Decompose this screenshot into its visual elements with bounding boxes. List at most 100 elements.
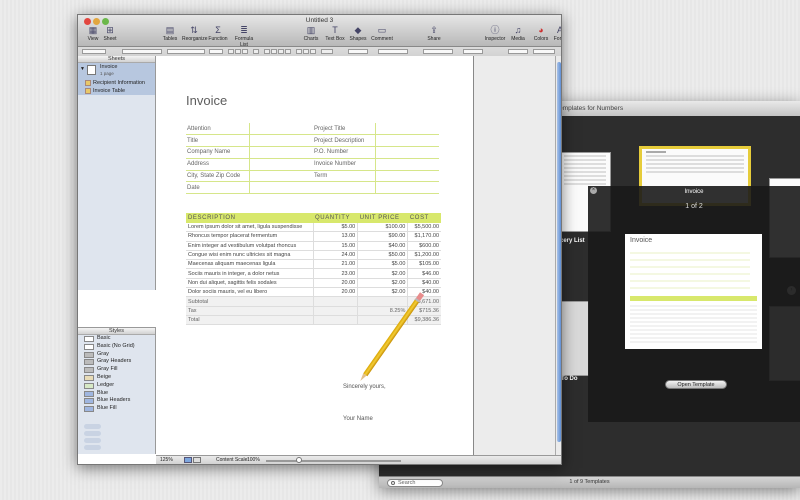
- style-select[interactable]: [82, 49, 106, 54]
- table-cell[interactable]: Term: [313, 170, 376, 183]
- table-cell[interactable]: Total: [186, 315, 313, 326]
- text-box-button[interactable]: T Text Box: [323, 25, 347, 42]
- table-row[interactable]: Tax 8.25% $715.36: [186, 306, 441, 316]
- align-left-button[interactable]: [264, 49, 270, 54]
- style-item-gray[interactable]: Gray: [78, 351, 155, 359]
- fill-color-well[interactable]: [348, 49, 368, 54]
- table-cell[interactable]: $1,170.00: [407, 231, 441, 242]
- table-cell[interactable]: [249, 146, 313, 159]
- table-cell[interactable]: 8.25%: [357, 306, 408, 316]
- sheet-item-invoice-table[interactable]: Invoice Table: [78, 87, 155, 95]
- table-cell[interactable]: Congue wisi enim nunc ultricies sit magn…: [186, 250, 313, 261]
- page-view-button[interactable]: [184, 457, 192, 463]
- table-cell[interactable]: 23.00: [312, 268, 358, 279]
- table-row[interactable]: Rhoncus tempor placerat fermentum 13.00 $9…: [186, 231, 441, 242]
- style-item-blue-fill[interactable]: Blue Fill: [78, 405, 155, 413]
- close-preview-icon[interactable]: ×: [590, 187, 597, 194]
- style-pill-3[interactable]: [84, 438, 101, 443]
- zoom-select[interactable]: 125%: [160, 456, 173, 464]
- table-cell[interactable]: [312, 306, 358, 316]
- table-cell[interactable]: 21.00: [312, 259, 358, 270]
- table-cell[interactable]: $46.00: [407, 268, 441, 279]
- print-view-button[interactable]: [193, 457, 201, 463]
- table-cell[interactable]: $40.00: [357, 241, 408, 251]
- table-cell[interactable]: $100.00: [357, 222, 408, 233]
- formula-list-button[interactable]: ≣ Formula List: [232, 25, 256, 48]
- content-scale-knob[interactable]: [296, 457, 302, 463]
- table-row[interactable]: Attention Project Title: [186, 123, 439, 136]
- style-item-basic-no-grid[interactable]: Basic (No Grid): [78, 343, 155, 351]
- table-cell[interactable]: [375, 123, 439, 136]
- sheet-button[interactable]: ⊞ Sheet: [98, 25, 122, 42]
- tables-button[interactable]: ▤ Tables: [158, 25, 182, 42]
- style-item-basic[interactable]: Basic: [78, 335, 155, 343]
- charts-button[interactable]: ▥ Charts: [299, 25, 323, 42]
- table-row[interactable]: Address Invoice Number: [186, 158, 439, 171]
- table-cell[interactable]: Sociis mauris in integer, a dolor netus: [186, 268, 313, 279]
- table-cell[interactable]: [249, 123, 313, 136]
- table-row[interactable]: Non dui aliquet, sagittis felis sodales 2…: [186, 278, 441, 289]
- fill-select[interactable]: [533, 49, 555, 54]
- table-cell[interactable]: Attention: [186, 123, 250, 136]
- style-pill-4[interactable]: [84, 445, 101, 450]
- style-item-blue-headers[interactable]: Blue Headers: [78, 397, 155, 405]
- stroke-color-well[interactable]: [508, 49, 528, 54]
- share-button[interactable]: ⇪ Share: [422, 25, 446, 42]
- valign-middle-button[interactable]: [303, 49, 309, 54]
- inspector-button[interactable]: ⓘ Inspector: [483, 25, 507, 42]
- table-cell[interactable]: $2.00: [357, 278, 408, 289]
- table-cell[interactable]: Project Title: [313, 123, 376, 136]
- table-cell[interactable]: Address: [186, 158, 250, 171]
- table-cell[interactable]: $5,500.00: [407, 222, 441, 233]
- style-pill-1[interactable]: [84, 424, 101, 429]
- bold-button[interactable]: [228, 49, 234, 54]
- table-cell[interactable]: $1,200.00: [407, 250, 441, 261]
- media-button[interactable]: ♫ Media: [506, 25, 530, 42]
- style-item-gray-headers[interactable]: Gray Headers: [78, 358, 155, 366]
- table-row[interactable]: City, State Zip Code Term: [186, 170, 439, 183]
- stroke-select[interactable]: [423, 49, 453, 54]
- fonts-button[interactable]: AFonts: [548, 25, 561, 42]
- table-cell[interactable]: [312, 296, 358, 307]
- vertical-scrollbar[interactable]: [555, 56, 561, 455]
- table-row[interactable]: Dolor sociis mauris, vel eu libero 20.00 $…: [186, 287, 441, 298]
- recipient-information-table[interactable]: Attention Project Title Title Project Descr…: [186, 123, 439, 195]
- table-cell[interactable]: Enim integer ad vestibulum volutpat rhon…: [186, 241, 313, 251]
- scroll-thumb[interactable]: [557, 62, 561, 442]
- font-typeface-select[interactable]: [167, 49, 205, 54]
- table-cell[interactable]: 24.00: [312, 250, 358, 261]
- table-cell[interactable]: [375, 158, 439, 171]
- text-color-button[interactable]: [253, 49, 259, 54]
- table-cell[interactable]: [249, 170, 313, 183]
- table-cell[interactable]: $105.00: [407, 259, 441, 270]
- table-cell[interactable]: $40.00: [407, 278, 441, 289]
- column-header[interactable]: UNIT PRICE: [357, 213, 408, 223]
- table-row[interactable]: Congue wisi enim nunc ultricies sit magn…: [186, 250, 441, 261]
- table-row[interactable]: Subtotal $8,671.00: [186, 296, 441, 307]
- font-size-field[interactable]: [209, 49, 223, 54]
- sheet-item-recipient-information[interactable]: Recipient Information: [78, 79, 155, 87]
- disclosure-triangle-icon[interactable]: ▼: [80, 66, 85, 72]
- table-cell[interactable]: $600.00: [407, 241, 441, 251]
- table-cell[interactable]: Rhoncus tempor placerat fermentum: [186, 231, 313, 242]
- open-template-button[interactable]: Open Template: [665, 380, 727, 389]
- table-cell[interactable]: Non dui aliquet, sagittis felis sodales: [186, 278, 313, 289]
- table-cell[interactable]: [313, 181, 376, 195]
- sheet-item-invoice[interactable]: ▼ Invoice 1 page: [78, 63, 155, 79]
- table-cell[interactable]: Maecenas aliquam maecenas ligula: [186, 259, 313, 270]
- align-center-button[interactable]: [271, 49, 277, 54]
- table-cell[interactable]: [375, 146, 439, 159]
- table-cell[interactable]: Invoice Number: [313, 158, 376, 171]
- style-item-beige[interactable]: Beige: [78, 374, 155, 382]
- table-cell[interactable]: Lorem ipsum dolor sit amet, ligula suspe…: [186, 222, 313, 233]
- table-cell[interactable]: $40.00: [407, 287, 441, 298]
- column-header[interactable]: COST: [407, 213, 441, 223]
- align-right-button[interactable]: [278, 49, 284, 54]
- table-cell[interactable]: [249, 158, 313, 171]
- column-header[interactable]: DESCRIPTION: [186, 213, 313, 223]
- document-canvas[interactable]: Invoice Attention Project Title Title Proje…: [156, 56, 473, 455]
- table-cell[interactable]: 13.00: [312, 231, 358, 242]
- table-cell[interactable]: Company Name: [186, 146, 250, 159]
- table-cell[interactable]: $90.00: [357, 231, 408, 242]
- table-cell[interactable]: $5.00: [312, 222, 358, 233]
